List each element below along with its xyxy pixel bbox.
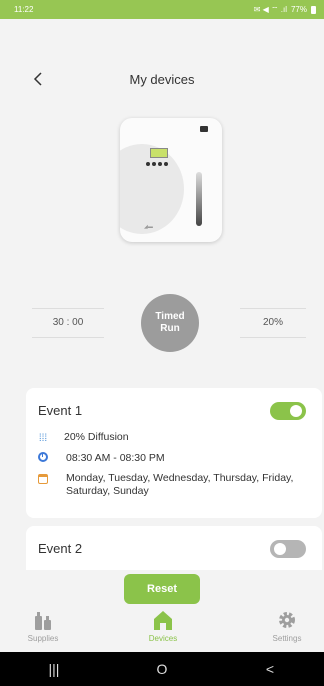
bottom-nav: Supplies Devices Settings: [0, 600, 324, 652]
event-card[interactable]: Event 2: [26, 526, 322, 570]
page-title: My devices: [129, 72, 195, 87]
intensity-field[interactable]: 20%: [240, 308, 306, 338]
nav-devices[interactable]: Devices: [123, 608, 203, 643]
system-nav-bar: ||| O <: [0, 652, 324, 686]
home-button[interactable]: O: [132, 661, 192, 677]
device-screen: [150, 148, 168, 158]
days-text: Monday, Tuesday, Wednesday, Thursday, Fr…: [66, 472, 294, 497]
signal-icons: ✉ ◀ ⌔ .ıl: [253, 4, 287, 14]
device-port: [200, 126, 208, 132]
nav-label: Supplies: [27, 634, 59, 643]
header: My devices: [0, 64, 324, 94]
nav-label: Settings: [272, 634, 302, 643]
system-back-button[interactable]: <: [240, 661, 300, 677]
event-toggle[interactable]: [270, 402, 306, 420]
event-toggle[interactable]: [270, 540, 306, 558]
diffusion-row: ⁞⁞⁞ 20% Diffusion: [36, 431, 129, 445]
event-title: Event 1: [38, 403, 83, 418]
battery-level: 77%: [290, 5, 307, 14]
days-row: Monday, Tuesday, Wednesday, Thursday, Fr…: [36, 472, 312, 498]
nav-settings[interactable]: Settings: [247, 608, 324, 643]
device-bottle: [196, 172, 202, 226]
status-time: 11:22: [14, 5, 34, 14]
device-image: ◢▬: [120, 118, 222, 242]
device-buttons: [146, 162, 170, 166]
toggle-knob: [290, 405, 302, 417]
device-logo: ◢▬: [144, 224, 153, 230]
gear-icon: [277, 608, 297, 630]
event-title: Event 2: [38, 541, 83, 556]
timer-field[interactable]: 30 : 00: [32, 308, 104, 338]
toggle-knob: [274, 543, 286, 555]
nav-supplies[interactable]: Supplies: [3, 608, 83, 643]
timed-run-button[interactable]: Timed Run: [141, 294, 199, 352]
diffusion-text: 20% Diffusion: [64, 431, 129, 443]
status-indicators: ✉ ◀ ⌔ .ıl 77%: [254, 5, 316, 15]
diffusion-icon: ⁞⁞⁞: [38, 432, 48, 444]
time-range-text: 08:30 AM - 08:30 PM: [66, 452, 165, 464]
status-bar: 11:22 ✉ ◀ ⌔ .ıl 77%: [0, 0, 324, 19]
time-row: 08:30 AM - 08:30 PM: [36, 452, 165, 464]
bottles-icon: [32, 608, 54, 630]
battery-icon: [311, 5, 316, 14]
calendar-icon: [38, 474, 48, 484]
home-icon: [153, 608, 173, 630]
recents-button[interactable]: |||: [24, 661, 84, 677]
clock-icon: [38, 452, 48, 462]
nav-label: Devices: [148, 634, 178, 643]
event-card[interactable]: Event 1 ⁞⁞⁞ 20% Diffusion 08:30 AM - 08:…: [26, 388, 322, 518]
